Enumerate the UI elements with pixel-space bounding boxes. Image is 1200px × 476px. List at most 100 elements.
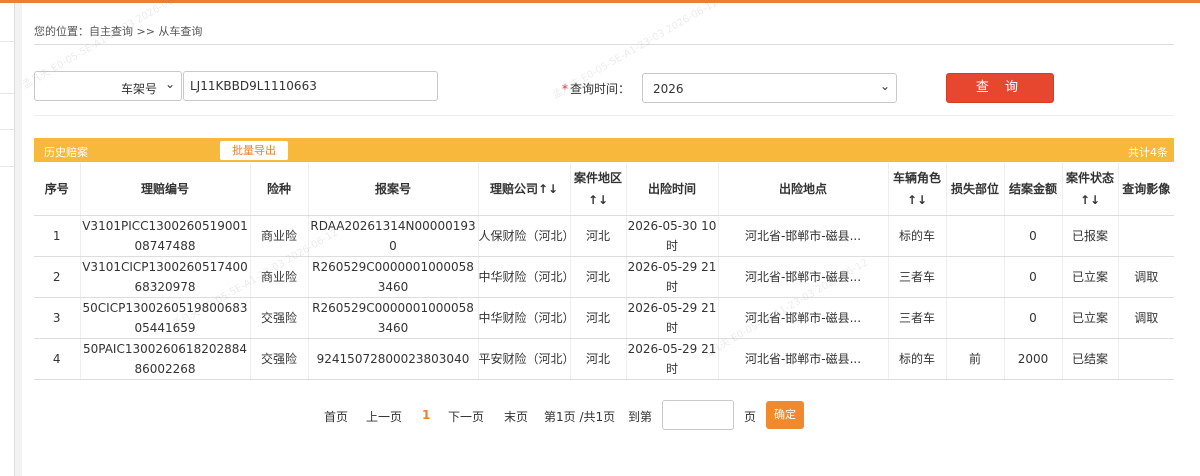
pager-goto-label: 到第 [628,410,653,424]
cell-accident-time: 2026-05-29 21时 [626,338,719,380]
cell-image-query [1118,215,1174,257]
cell-vehicle-role: 标的车 [888,215,947,257]
table-row: 2 V3101CICP130026051740068320978 商业险 R26… [34,256,1174,298]
cell-damage-part: 前 [946,338,1005,380]
cell-company: 中华财险（河北） [478,256,571,298]
cell-company: 人保财险（河北） [478,215,571,257]
cell-index: 3 [34,297,81,339]
col-header-damage-part: 损失部位 [946,163,1005,216]
pager-current-page[interactable]: 1 [422,408,430,422]
cell-vehicle-role: 标的车 [888,338,947,380]
cell-company: 平安财险（河北） [478,338,571,380]
cell-insurance-type: 交强险 [250,297,309,339]
record-count: 共计4条 [1128,146,1168,159]
table-row: 4 50PAIC130026061820288486002268 交强险 924… [34,338,1174,380]
cell-accident-place: 河北省-邯郸市-磁县... [718,338,889,380]
cell-accident-time: 2026-05-29 21时 [626,256,719,298]
pager-page-input[interactable] [662,400,734,430]
sidebar-divider [0,166,14,167]
table-row: 3 50CICP130026051980068305441659 交强险 R26… [34,297,1174,339]
cell-vehicle-role: 三者车 [888,256,947,298]
col-header-vehicle-role[interactable]: 车辆角色↑↓ [888,163,947,216]
sidebar-divider [0,41,14,42]
cell-settled-amount: 0 [1004,215,1063,257]
cell-region: 河北 [570,297,627,339]
pager-last[interactable]: 末页 [504,408,528,425]
cell-accident-time: 2026-05-29 21时 [626,297,719,339]
query-time-label: * 查询时间： [562,80,630,97]
image-fetch-link[interactable]: 调取 [1118,297,1174,339]
cell-case-status: 已立案 [1062,297,1119,339]
cell-case-status: 已立案 [1062,256,1119,298]
cell-case-status: 已报案 [1062,215,1119,257]
cell-settled-amount: 0 [1004,297,1063,339]
col-header-claim-no: 理赔编号 [80,163,251,216]
cell-accident-place: 河北省-邯郸市-磁县... [718,215,889,257]
pager-prev[interactable]: 上一页 [366,408,402,425]
table-row: 1 V3101PICC130026051900108747488 商业险 RDA… [34,215,1174,257]
cell-claim-no: V3101CICP130026051740068320978 [80,256,251,298]
cell-region: 河北 [570,256,627,298]
sidebar-divider [0,93,14,94]
cell-report-no: R260529C00000010000583460 [308,256,479,298]
pager-info: 第1页 /共1页 [544,410,616,424]
cell-report-no: 92415072800023803040 [308,338,479,380]
cell-claim-no: V3101PICC130026051900108747488 [80,215,251,257]
image-fetch-link[interactable]: 调取 [1118,256,1174,298]
history-claims-panel-header: 历史赔案 批量导出 共计4条 [34,138,1174,162]
query-time-label-text: 查询时间： [570,82,631,96]
cell-accident-place: 河北省-邯郸市-磁县... [718,256,889,298]
vin-input[interactable]: LJ11KBBD9L1110663 [183,71,438,101]
cell-region: 河北 [570,338,627,380]
sidebar-divider [0,129,14,130]
cell-insurance-type: 商业险 [250,256,309,298]
query-year-select[interactable]: 2026 ⌄ [642,73,897,103]
main-content: 您的位置：自主查询 >> 从车查询 车架号 ⌄ LJ11KBBD9L111066… [22,3,1200,476]
pager-first[interactable]: 首页 [324,408,348,425]
cell-damage-part [946,297,1005,339]
cell-index: 2 [34,256,81,298]
cell-insurance-type: 交强险 [250,338,309,380]
cell-claim-no: 50PAIC130026061820288486002268 [80,338,251,380]
pager-next[interactable]: 下一页 [448,408,484,425]
cell-accident-place: 河北省-邯郸市-磁县... [718,297,889,339]
col-header-index: 序号 [34,163,81,216]
search-type-value: 车架号 [120,82,157,96]
claims-table: 序号 理赔编号 险种 报案号 理赔公司↑↓ 案件地区↑↓ 出险时间 出险地点 车… [34,163,1174,380]
col-header-case-status[interactable]: 案件状态↑↓ [1062,163,1119,216]
table-header-row: 序号 理赔编号 险种 报案号 理赔公司↑↓ 案件地区↑↓ 出险时间 出险地点 车… [34,163,1174,216]
col-header-insurance-type: 险种 [250,163,309,216]
cell-image-query [1118,338,1174,380]
cell-index: 4 [34,338,81,380]
chevron-down-icon: ⌄ [164,77,175,91]
cell-claim-no: 50CICP130026051980068305441659 [80,297,251,339]
search-type-select[interactable]: 车架号 ⌄ [34,71,182,101]
col-header-settled-amount: 结案金额 [1004,163,1063,216]
left-sidebar-edge [0,3,15,476]
query-button[interactable]: 查 询 [946,73,1054,103]
col-header-company[interactable]: 理赔公司↑↓ [478,163,571,216]
cell-accident-time: 2026-05-30 10时 [626,215,719,257]
col-header-report-no: 报案号 [308,163,479,216]
pager-confirm-button[interactable]: 确定 [766,401,804,429]
cell-report-no: RDAA20261314N000001930 [308,215,479,257]
required-marker: * [562,82,568,96]
search-divider [34,115,1174,116]
cell-settled-amount: 0 [1004,256,1063,298]
panel-title: 历史赔案 [44,146,88,159]
breadcrumb: 您的位置：自主查询 >> 从车查询 [34,25,203,38]
pager-page-unit: 页 [744,410,757,424]
cell-report-no: R260529C00000010000583460 [308,297,479,339]
query-year-value: 2026 [653,82,684,96]
batch-export-button[interactable]: 批量导出 [220,141,288,160]
cell-region: 河北 [570,215,627,257]
col-header-accident-place: 出险地点 [718,163,889,216]
col-header-image-query: 查询影像 [1118,163,1174,216]
col-header-region[interactable]: 案件地区↑↓ [570,163,627,216]
cell-insurance-type: 商业险 [250,215,309,257]
cell-damage-part [946,215,1005,257]
col-header-accident-time: 出险时间 [626,163,719,216]
cell-settled-amount: 2000 [1004,338,1063,380]
cell-company: 中华财险（河北） [478,297,571,339]
cell-vehicle-role: 三者车 [888,297,947,339]
